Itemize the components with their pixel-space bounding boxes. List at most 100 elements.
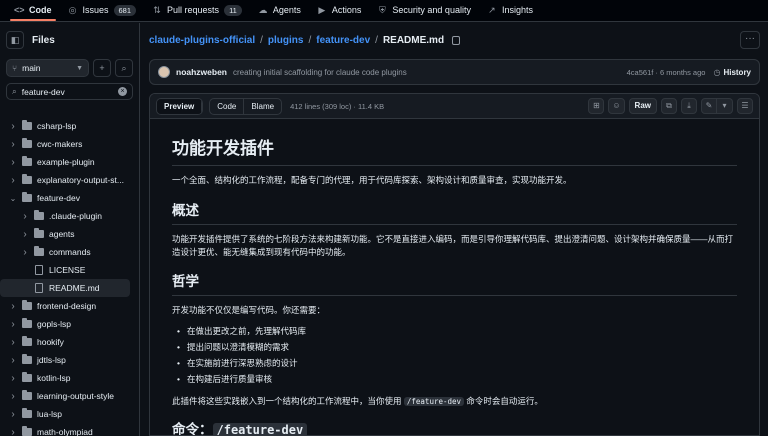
chevron-right-icon[interactable]: › <box>8 355 18 366</box>
file-toolbar: ⊞ ☺ Raw ⧉ ⤓ ✎ ▾ ☰ <box>588 98 753 114</box>
tree-folder[interactable]: ⌄ feature-dev <box>0 189 139 207</box>
readme-intro: 一个全面、结构化的工作流程，配备专门的代理，用于代码库探索、架构设计和质量审查，… <box>172 175 572 185</box>
tab-insights[interactable]: ↗ Insights <box>479 0 541 21</box>
breadcrumb-repo[interactable]: claude-plugins-official <box>149 35 255 46</box>
tree-folder[interactable]: › csharp-lsp <box>0 117 139 135</box>
branch-icon: ⑂ <box>12 63 18 73</box>
chevron-right-icon[interactable]: › <box>8 301 18 312</box>
tree-folder[interactable]: › hookify <box>0 333 139 351</box>
commit-author[interactable]: noahzweben <box>176 67 227 77</box>
commit-meta[interactable]: 4ca561f · 6 months ago <box>627 68 706 77</box>
search-icon: ⌕ <box>121 62 127 73</box>
tree-item-label: example-plugin <box>37 157 95 167</box>
main-content: claude-plugins-official / plugins / feat… <box>141 23 768 436</box>
chevron-right-icon[interactable]: › <box>20 247 30 258</box>
edit-group: ✎ ▾ <box>701 98 733 114</box>
blame-tab[interactable]: Blame <box>243 98 281 114</box>
usage-after: 命令时会自动运行。 <box>464 396 543 406</box>
philosophy-text: 开发功能不仅仅是编写代码。你还需要： <box>172 305 326 315</box>
copy-raw-button[interactable]: ⧉ <box>661 98 677 114</box>
chevron-right-icon[interactable]: › <box>8 409 18 420</box>
history-button[interactable]: ◷ History <box>713 68 751 77</box>
search-files-button[interactable]: ⌕ <box>115 59 133 77</box>
breadcrumb-plugins[interactable]: plugins <box>268 35 304 46</box>
copilot-button[interactable]: ☺ <box>608 98 625 114</box>
tab-issues[interactable]: ◎ Issues 681 <box>60 0 145 21</box>
collapse-sidebar-button[interactable]: ◧ <box>6 31 24 49</box>
preview-tab[interactable]: Preview <box>157 98 203 114</box>
chevron-right-icon[interactable]: › <box>8 427 18 436</box>
sidebar-header: ◧ Files <box>0 23 139 57</box>
folder-icon <box>22 426 32 436</box>
tree-folder[interactable]: › lua-lsp <box>0 405 139 423</box>
tree-folder[interactable]: › kotlin-lsp <box>0 369 139 387</box>
folder-icon <box>22 390 32 400</box>
branch-selector[interactable]: ⑂ main ▼ <box>6 59 89 77</box>
tree-folder[interactable]: › cwc-makers <box>0 135 139 153</box>
chevron-right-icon[interactable]: › <box>8 157 18 168</box>
chevron-right-icon[interactable]: › <box>8 175 18 186</box>
tree-item-label: commands <box>49 247 91 257</box>
outline-button[interactable]: ☰ <box>737 98 753 114</box>
tab-pull-requests[interactable]: ⇅ Pull requests 11 <box>144 0 250 21</box>
tree-folder[interactable]: › example-plugin <box>0 153 139 171</box>
add-file-button[interactable]: + <box>93 59 111 77</box>
code-icon: <> <box>14 5 25 15</box>
file-icon <box>35 265 43 275</box>
chevron-right-icon[interactable]: › <box>8 373 18 384</box>
tab-label: Agents <box>272 5 301 15</box>
tree-folder[interactable]: › .claude-plugin <box>0 207 139 225</box>
clear-search-icon[interactable]: × <box>118 87 127 96</box>
tree-folder[interactable]: › agents <box>0 225 139 243</box>
breadcrumb-separator: / <box>308 35 312 46</box>
tree-folder[interactable]: › learning-output-style <box>0 387 139 405</box>
breadcrumb-feature-dev[interactable]: feature-dev <box>316 35 370 46</box>
raw-button[interactable]: Raw <box>628 98 657 114</box>
chevron-right-icon[interactable]: › <box>8 391 18 402</box>
tree-folder[interactable]: › commands <box>0 243 139 261</box>
chevron-right-icon[interactable]: › <box>20 211 30 222</box>
tree-file[interactable]: LICENSE <box>0 261 139 279</box>
symbols-button[interactable]: ⊞ <box>588 98 605 114</box>
file-search-input[interactable]: ⌕ feature-dev × <box>6 83 133 100</box>
folder-icon <box>34 210 44 220</box>
copy-path-icon[interactable] <box>452 36 461 45</box>
tab-security-and-quality[interactable]: ⛨ Security and quality <box>369 0 479 21</box>
readme-title: 功能开发插件 <box>172 134 737 166</box>
tab-agents[interactable]: ☁ Agents <box>250 0 309 21</box>
tab-counter: 11 <box>224 4 242 16</box>
tab-counter: 681 <box>113 4 137 16</box>
chevron-right-icon[interactable]: › <box>8 319 18 330</box>
chevron-down-icon[interactable]: ⌄ <box>8 194 18 203</box>
folder-icon <box>22 336 32 346</box>
folder-icon <box>34 246 44 256</box>
tree-item-label: frontend-design <box>37 301 97 311</box>
edit-button[interactable]: ✎ <box>701 98 717 114</box>
tree-folder[interactable]: › explanatory-output-st... <box>0 171 139 189</box>
latest-commit-bar: noahzweben creating initial scaffolding … <box>149 59 760 85</box>
copilot-icon: ☺ <box>612 101 621 110</box>
chevron-right-icon[interactable]: › <box>20 229 30 240</box>
edit-dropdown-button[interactable]: ▾ <box>717 98 733 114</box>
pencil-icon: ✎ <box>705 101 713 110</box>
tree-folder[interactable]: › math-olympiad <box>0 423 139 436</box>
download-button[interactable]: ⤓ <box>681 98 697 114</box>
more-options-button[interactable]: ··· <box>740 31 760 49</box>
chevron-right-icon[interactable]: › <box>8 121 18 132</box>
chevron-right-icon[interactable]: › <box>8 139 18 150</box>
tab-label: Code <box>29 5 52 15</box>
command-heading-label: 命令： <box>172 422 213 436</box>
commit-message[interactable]: creating initial scaffolding for claude … <box>233 68 407 77</box>
chevron-right-icon[interactable]: › <box>8 337 18 348</box>
tree-folder[interactable]: › gopls-lsp <box>0 315 139 333</box>
code-tab[interactable]: Code <box>210 99 243 114</box>
file-search-value: feature-dev <box>21 86 65 97</box>
tab-code[interactable]: <> Code <box>6 0 60 21</box>
avatar[interactable] <box>158 66 170 78</box>
overview-text: 功能开发插件提供了系统的七阶段方法来构建新功能。它不是直接进入编码，而是引导你理… <box>172 234 734 257</box>
tab-actions[interactable]: ▶ Actions <box>309 0 370 21</box>
tree-folder[interactable]: › jdtls-lsp <box>0 351 139 369</box>
view-mode-toggle: Preview <box>156 97 204 115</box>
tree-file[interactable]: README.md <box>0 279 130 297</box>
tree-folder[interactable]: › frontend-design <box>0 297 139 315</box>
